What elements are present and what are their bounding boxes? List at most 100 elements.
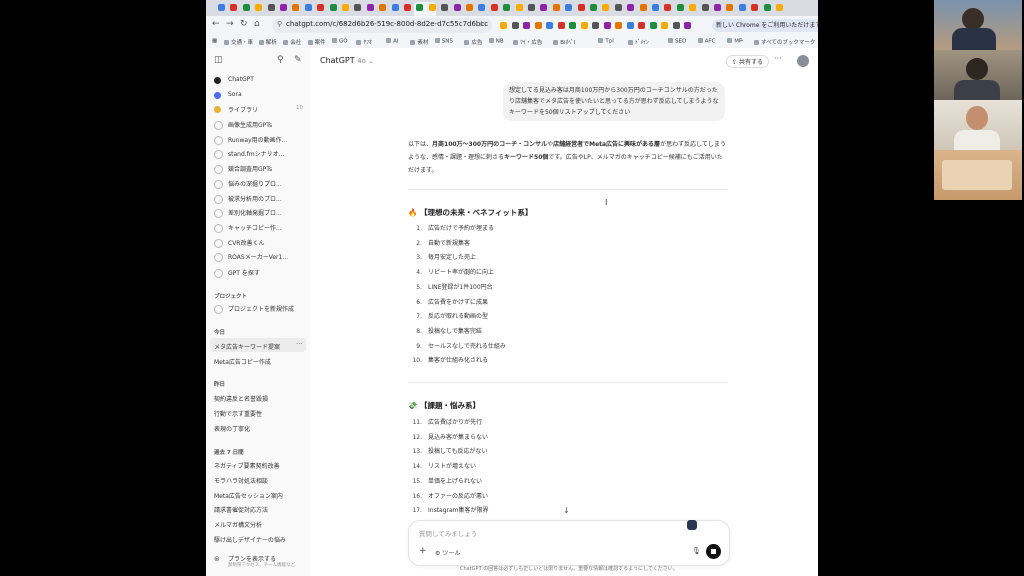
extension-icon[interactable]	[684, 22, 691, 29]
tab-favicon[interactable]	[453, 4, 461, 11]
sidebar-item-gpt[interactable]: 競合調査用GPTs	[228, 164, 272, 173]
bookmark-item[interactable]: ﾔﾌｵ	[356, 38, 372, 46]
extension-icon[interactable]	[592, 22, 599, 29]
scroll-down-icon[interactable]: ↓	[563, 506, 570, 515]
tab-favicon[interactable]	[503, 4, 511, 11]
sidebar-item-gpt[interactable]: Runway用の動画作...	[228, 135, 287, 144]
extension-icon[interactable]	[626, 22, 634, 29]
chat-options-icon[interactable]: ···	[296, 340, 303, 348]
bookmark-item[interactable]: SNS	[434, 38, 453, 45]
tab-favicon[interactable]	[614, 4, 622, 11]
bookmark-item[interactable]: 素材	[410, 38, 428, 46]
chat-history-item[interactable]: ネガティブ要素契約改善	[214, 461, 280, 470]
back-icon[interactable]: ←	[212, 19, 220, 29]
sidebar-item-library[interactable]: ライブラリ	[228, 105, 258, 114]
sidebar-item-gpt[interactable]: 差別化軸発掘プロ...	[228, 208, 282, 217]
chat-history-item[interactable]: 表現の丁寧化	[214, 424, 250, 433]
more-options-icon[interactable]: ···	[774, 54, 782, 63]
bookmark-item[interactable]: GO	[332, 38, 348, 45]
tab-favicon[interactable]	[590, 4, 597, 11]
bookmark-item[interactable]: Tpl	[598, 38, 614, 45]
sidebar-item-gpt[interactable]: 被求分析用のプロ...	[228, 194, 282, 203]
extension-icon[interactable]	[500, 22, 507, 29]
sidebar-item-chatgpt[interactable]: ChatGPT	[228, 76, 254, 83]
video-tile[interactable]	[934, 100, 1022, 150]
tab-favicon[interactable]	[652, 4, 659, 11]
extension-icon[interactable]	[523, 22, 530, 29]
chat-history-item[interactable]: 駆け出しデザイナーの悩み	[214, 535, 286, 544]
video-tile[interactable]	[934, 0, 1022, 50]
extension-icon[interactable]	[569, 22, 576, 29]
tab-favicon[interactable]	[292, 4, 300, 11]
video-tile[interactable]	[934, 150, 1022, 200]
composer-input[interactable]: 質問してみましょう	[419, 528, 477, 538]
chat-history-item[interactable]: Meta広告コピー作成	[214, 357, 271, 366]
tab-favicon[interactable]	[280, 4, 287, 11]
sidebar-item-sora[interactable]: Sora	[228, 91, 242, 98]
extension-icon[interactable]	[557, 22, 565, 29]
tab-favicon[interactable]	[776, 4, 783, 11]
extension-icon[interactable]	[672, 22, 680, 29]
extension-icon[interactable]	[638, 22, 645, 29]
tools-button[interactable]: ⚙ ツール	[435, 548, 460, 557]
tab-favicon[interactable]	[242, 4, 250, 11]
bookmark-item[interactable]: 案件	[307, 38, 326, 46]
url-bar[interactable]: ⚲ chatgpt.com/c/682d6b26-519c-800d-8d2e-…	[272, 18, 492, 33]
sidebar-item-gpt[interactable]: stand.fmシナリオ...	[228, 149, 284, 158]
stop-button[interactable]	[706, 544, 721, 559]
plus-icon[interactable]: +	[419, 546, 427, 556]
avatar[interactable]	[797, 55, 809, 67]
tab-favicon[interactable]	[366, 4, 374, 11]
extension-badge-icon[interactable]	[687, 520, 697, 530]
tab-favicon[interactable]	[552, 4, 560, 11]
tab-favicon[interactable]	[342, 4, 349, 11]
chat-history-item[interactable]: モラハラ対処法相談	[214, 476, 268, 485]
chat-history-item[interactable]: 行動で示す重要性	[214, 409, 262, 418]
tab-favicon[interactable]	[466, 4, 473, 11]
chat-history-item[interactable]: 契約違反と名誉毀損	[214, 394, 268, 403]
sidebar-item-gpt[interactable]: キャッチコピー作...	[228, 223, 282, 232]
tab-favicon[interactable]	[577, 4, 585, 11]
chat-history-item[interactable]: メルマガ構文分析	[214, 520, 262, 529]
search-icon[interactable]: ⚲	[277, 55, 284, 65]
reload-icon[interactable]: ↻	[240, 19, 248, 29]
chat-history-item[interactable]: Meta広告セッション案内	[214, 491, 283, 500]
tab-favicon[interactable]	[714, 4, 721, 11]
tab-favicon[interactable]	[664, 4, 672, 11]
extension-icon[interactable]	[534, 22, 542, 29]
tab-favicon[interactable]	[329, 4, 337, 11]
bookmark-item[interactable]: BiｵﾍﾟI	[553, 38, 575, 46]
sidebar-item-gpt[interactable]: 悩みの深掘りプロ...	[228, 179, 282, 188]
bookmark-item[interactable]: AI	[386, 38, 398, 45]
tab-favicon[interactable]	[478, 4, 486, 11]
tab-favicon[interactable]	[304, 4, 312, 11]
more-bookmarks-icon[interactable]: »	[740, 38, 743, 44]
extension-icon[interactable]	[649, 22, 657, 29]
tab-favicon[interactable]	[416, 4, 424, 11]
bookmark-item[interactable]: SEO	[668, 38, 686, 45]
tab-favicon[interactable]	[354, 4, 362, 11]
tab-favicon[interactable]	[218, 4, 225, 11]
tab-favicon[interactable]	[565, 4, 573, 11]
extension-icon[interactable]	[661, 22, 668, 29]
bookmark-item[interactable]: ﾄﾞﾒｲﾝ	[628, 38, 649, 46]
extension-icon[interactable]	[546, 22, 553, 29]
tab-favicon[interactable]	[317, 4, 325, 11]
video-tile[interactable]	[934, 50, 1022, 100]
tab-favicon[interactable]	[490, 4, 498, 11]
forward-icon[interactable]: →	[226, 19, 234, 29]
tab-favicon[interactable]	[404, 4, 411, 11]
chat-history-item[interactable]: 請求書催促対応方法	[214, 505, 268, 514]
chat-history-item[interactable]: メタ広告キーワード提案	[214, 342, 280, 351]
toggle-sidebar-icon[interactable]: ◫	[214, 55, 223, 65]
bookmark-item[interactable]: 広告	[464, 38, 482, 46]
tab-favicon[interactable]	[639, 4, 647, 11]
tab-favicon[interactable]	[267, 4, 275, 11]
tab-favicon[interactable]	[763, 4, 771, 11]
tab-favicon[interactable]	[726, 4, 734, 11]
tab-favicon[interactable]	[230, 4, 238, 11]
extension-icon[interactable]	[580, 22, 588, 29]
tab-favicon[interactable]	[751, 4, 759, 11]
extension-icon[interactable]	[615, 22, 622, 29]
apps-icon[interactable]: ▦	[212, 38, 217, 44]
